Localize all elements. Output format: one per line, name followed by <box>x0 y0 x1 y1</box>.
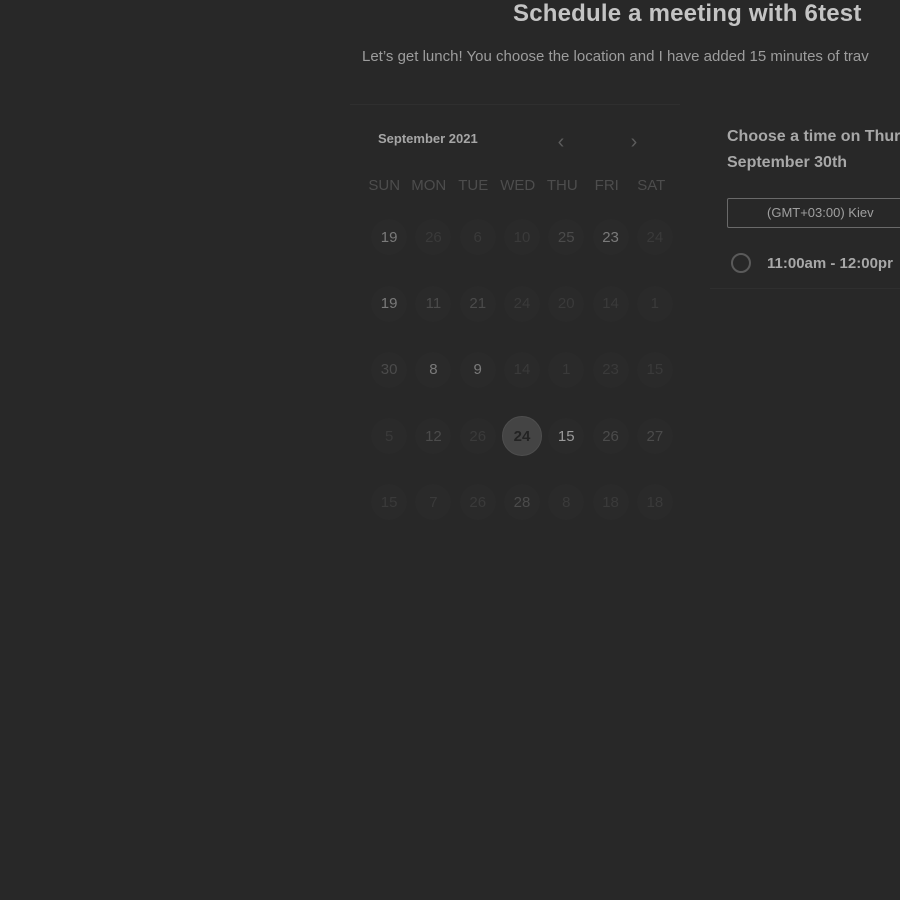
calendar-day[interactable]: 10 <box>500 215 544 260</box>
radio-button-icon[interactable] <box>731 253 751 273</box>
calendar-grid: 19 26 6 10 25 23 24 19 11 21 24 20 14 1 … <box>367 215 677 546</box>
calendar-day[interactable]: 1 <box>544 348 588 393</box>
calendar-day[interactable]: 5 <box>367 414 411 459</box>
calendar-day[interactable]: 24 <box>500 281 544 326</box>
calendar-day[interactable]: 18 <box>633 480 677 525</box>
calendar-day[interactable]: 30 <box>367 348 411 393</box>
calendar-day[interactable]: 9 <box>456 348 500 393</box>
calendar-day[interactable]: 24 <box>633 215 677 260</box>
calendar-day[interactable]: 26 <box>588 414 632 459</box>
calendar-week: 19 11 21 24 20 14 1 <box>367 281 677 347</box>
month-label: September 2021 <box>378 131 478 146</box>
calendar-day[interactable]: 12 <box>411 414 455 459</box>
calendar-day[interactable]: 15 <box>367 480 411 525</box>
calendar-day[interactable]: 23 <box>588 215 632 260</box>
weekday-label: WED <box>500 177 536 194</box>
time-selection-panel: Choose a time on Thur September 30th (GM… <box>710 104 900 289</box>
calendar-day[interactable]: 14 <box>588 281 632 326</box>
calendar-day[interactable]: 28 <box>500 480 544 525</box>
calendar-day[interactable]: 11 <box>411 281 455 326</box>
calendar-day[interactable]: 6 <box>456 215 500 260</box>
page-subtitle: Let’s get lunch! You choose the location… <box>362 48 869 65</box>
weekday-label: SUN <box>368 177 401 194</box>
weekday-header: SUN MON TUE WED THU FRI SAT <box>362 177 674 197</box>
chevron-left-icon[interactable]: ‹ <box>550 129 572 155</box>
calendar-day-selected[interactable]: 24 <box>500 414 544 459</box>
calendar-day[interactable]: 27 <box>633 414 677 459</box>
calendar-week: 30 8 9 14 1 23 15 <box>367 348 677 414</box>
time-panel-title: Choose a time on Thur September 30th <box>727 124 900 176</box>
calendar-day[interactable]: 8 <box>544 480 588 525</box>
calendar-day[interactable]: 26 <box>411 215 455 260</box>
calendar-panel: September 2021 ‹ › SUN MON TUE WED THU F… <box>350 104 680 525</box>
calendar-day[interactable]: 25 <box>544 215 588 260</box>
calendar-week: 5 12 26 24 15 26 27 <box>367 414 677 480</box>
calendar-day[interactable]: 7 <box>411 480 455 525</box>
calendar-day[interactable]: 26 <box>456 480 500 525</box>
calendar-day[interactable]: 20 <box>544 281 588 326</box>
calendar-day[interactable]: 8 <box>411 348 455 393</box>
calendar-day[interactable]: 21 <box>456 281 500 326</box>
weekday-label: MON <box>411 177 447 194</box>
calendar-day[interactable]: 19 <box>367 281 411 326</box>
calendar-day[interactable]: 26 <box>456 414 500 459</box>
weekday-label: THU <box>546 177 578 194</box>
time-slot-label: 11:00am - 12:00pr <box>767 254 893 272</box>
timezone-select[interactable]: (GMT+03:00) Kiev <box>727 198 900 228</box>
weekday-label: TUE <box>458 177 489 194</box>
chevron-right-icon[interactable]: › <box>623 129 645 155</box>
weekday-label: FRI <box>594 177 619 194</box>
page-title: Schedule a meeting with 6test <box>513 0 862 27</box>
time-panel-title-line: Choose a time on Thur <box>727 128 900 145</box>
calendar-week: 15 7 26 28 8 18 18 <box>367 480 677 546</box>
weekday-label: SAT <box>637 177 666 194</box>
calendar-day[interactable]: 18 <box>588 480 632 525</box>
calendar-day[interactable]: 19 <box>367 215 411 260</box>
calendar-day[interactable]: 15 <box>544 414 588 459</box>
time-slot-option[interactable]: 11:00am - 12:00pr <box>731 250 900 276</box>
calendar-day[interactable]: 15 <box>633 348 677 393</box>
calendar-week: 19 26 6 10 25 23 24 <box>367 215 677 281</box>
calendar-day[interactable]: 23 <box>588 348 632 393</box>
calendar-day[interactable]: 1 <box>633 281 677 326</box>
calendar-day[interactable]: 14 <box>500 348 544 393</box>
time-panel-date: September 30th <box>727 154 848 171</box>
